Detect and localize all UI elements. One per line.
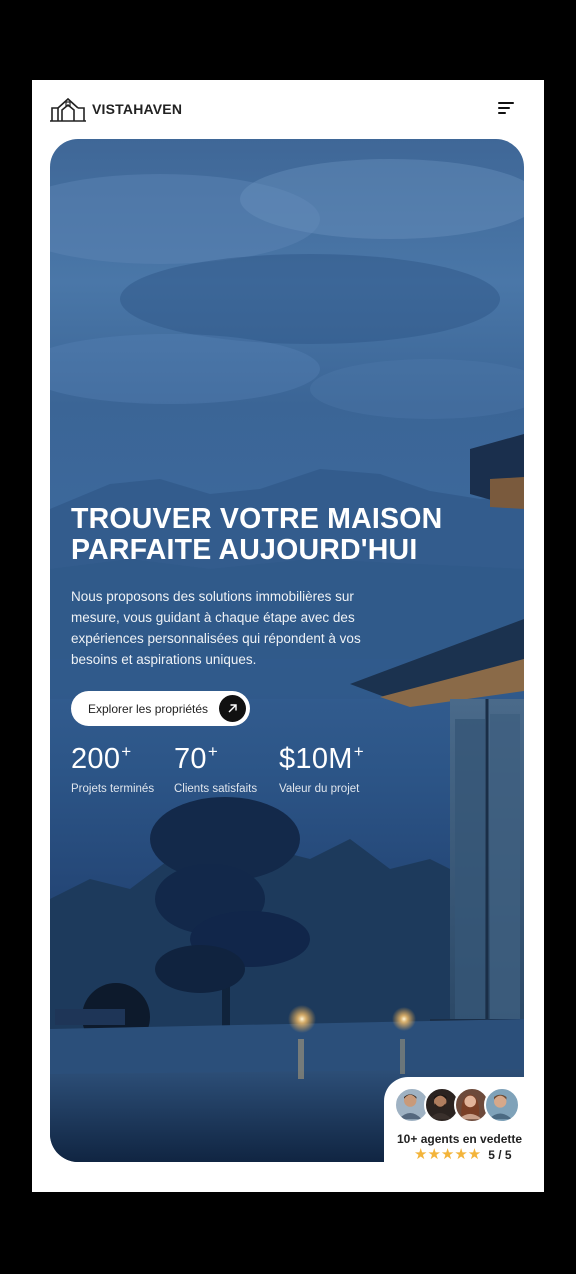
arrow-up-right-icon [219, 695, 246, 722]
hero-description: Nous proposons des solutions immobilière… [71, 589, 361, 667]
stat-projects: 200+ Projets terminés [71, 742, 155, 795]
avatar [484, 1087, 520, 1123]
stat-clients-label: Clients satisfaits [174, 783, 258, 795]
agent-avatars [394, 1087, 534, 1123]
stat-projects-value: 200+ [71, 742, 132, 775]
hero-title: TROUVER VOTRE MAISON PARFAITE AUJOURD'HU… [71, 504, 491, 566]
star-icon: ★★★★★ [414, 1146, 482, 1163]
featured-agents-title: 10+ agents en vedette [397, 1132, 523, 1146]
phone-screen: VISTAHAVEN TROUVER VOTRE MAISON PARFAITE… [32, 80, 544, 1192]
menu-button[interactable] [496, 100, 516, 116]
stat-project-value-label: Valeur du projet [279, 783, 360, 795]
house-logo-icon [50, 97, 86, 122]
featured-agents-card[interactable]: 10+ agents en vedette ★★★★★ 5 / 5 [384, 1077, 544, 1172]
explore-properties-button[interactable]: Explorer les propriétés [71, 691, 250, 726]
agents-rating: ★★★★★ 5 / 5 [414, 1147, 512, 1163]
hero-title-line-1: TROUVER VOTRE MAISON [71, 503, 443, 535]
rating-value: 5 / 5 [488, 1148, 512, 1162]
stat-projects-label: Projets terminés [71, 783, 155, 795]
stat-project-value: $10M+ Valeur du projet [279, 742, 364, 795]
hero-section: TROUVER VOTRE MAISON PARFAITE AUJOURD'HU… [50, 139, 524, 1162]
brand-logo[interactable]: VISTAHAVEN [50, 96, 182, 122]
hero-title-line-2: PARFAITE AUJOURD'HUI [71, 534, 418, 566]
brand-name: VISTAHAVEN [92, 101, 183, 117]
stat-clients-value: 70+ [174, 742, 219, 775]
explore-properties-label: Explorer les propriétés [88, 701, 209, 716]
stat-clients: 70+ Clients satisfaits [174, 742, 258, 795]
stat-project-value-amount: $10M+ [279, 742, 364, 775]
